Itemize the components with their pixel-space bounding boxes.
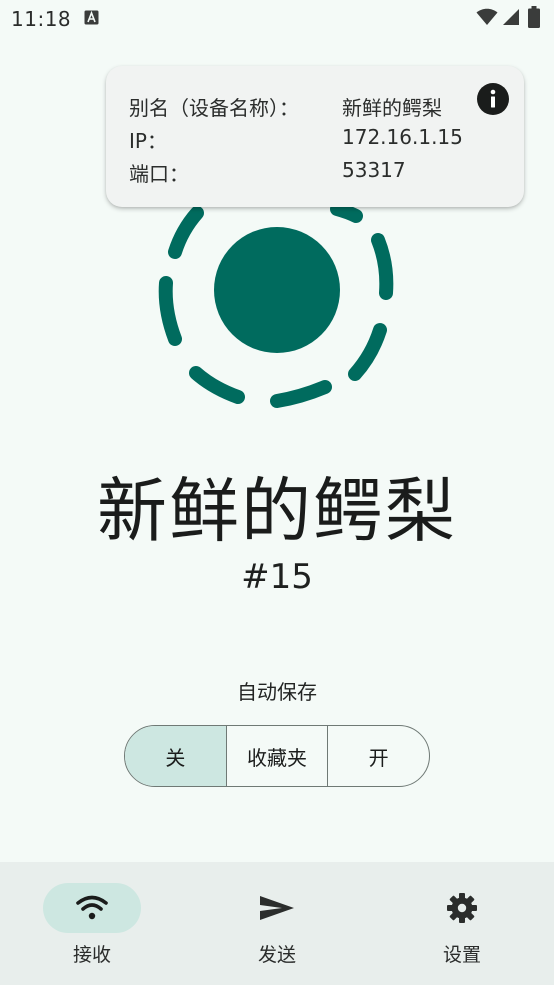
alias-label: 别名（设备名称）： xyxy=(129,96,299,120)
autosave-segmented-control: 关 收藏夹 开 xyxy=(124,725,430,787)
alias-value: 新鲜的鳄梨 xyxy=(342,96,442,120)
nav-item-send[interactable]: 发送 xyxy=(185,862,369,985)
cell-signal-icon xyxy=(503,9,519,25)
device-info-card: 别名（设备名称）： 新鲜的鳄梨 IP： 172.16.1.15 端口： 5331… xyxy=(106,66,524,207)
autosave-option-on[interactable]: 开 xyxy=(327,726,429,786)
status-bar: 11:18 xyxy=(0,0,554,38)
device-number: #15 xyxy=(241,557,313,597)
device-name: 新鲜的鳄梨 xyxy=(97,470,457,552)
nav-label-send: 发送 xyxy=(257,944,296,966)
battery-icon xyxy=(528,6,540,28)
gear-icon xyxy=(447,893,477,923)
app-notification-icon xyxy=(84,10,99,25)
port-value: 53317 xyxy=(342,158,406,182)
nav-item-receive[interactable]: 接收 xyxy=(0,862,184,985)
wifi-icon xyxy=(76,895,108,920)
autosave-label: 自动保存 xyxy=(237,680,317,704)
info-icon[interactable] xyxy=(477,83,509,115)
ip-label: IP： xyxy=(129,129,167,153)
autosave-option-off[interactable]: 关 xyxy=(125,726,226,786)
nav-item-settings[interactable]: 设置 xyxy=(370,862,554,985)
port-label: 端口： xyxy=(129,162,189,186)
status-time: 11:18 xyxy=(11,7,72,31)
receive-screen: 11:18 别名（设备名称）： 新鲜的鳄梨 IP： 172.16.1.15 端口… xyxy=(0,0,554,985)
send-icon xyxy=(260,896,294,920)
ip-value: 172.16.1.15 xyxy=(342,125,463,149)
autosave-option-favorites[interactable]: 收藏夹 xyxy=(225,726,328,786)
bottom-navigation: 接收 发送 设置 xyxy=(0,862,554,985)
app-logo xyxy=(158,207,394,408)
wifi-icon xyxy=(476,8,498,25)
nav-label-settings: 设置 xyxy=(442,944,481,966)
nav-label-receive: 接收 xyxy=(72,944,111,966)
